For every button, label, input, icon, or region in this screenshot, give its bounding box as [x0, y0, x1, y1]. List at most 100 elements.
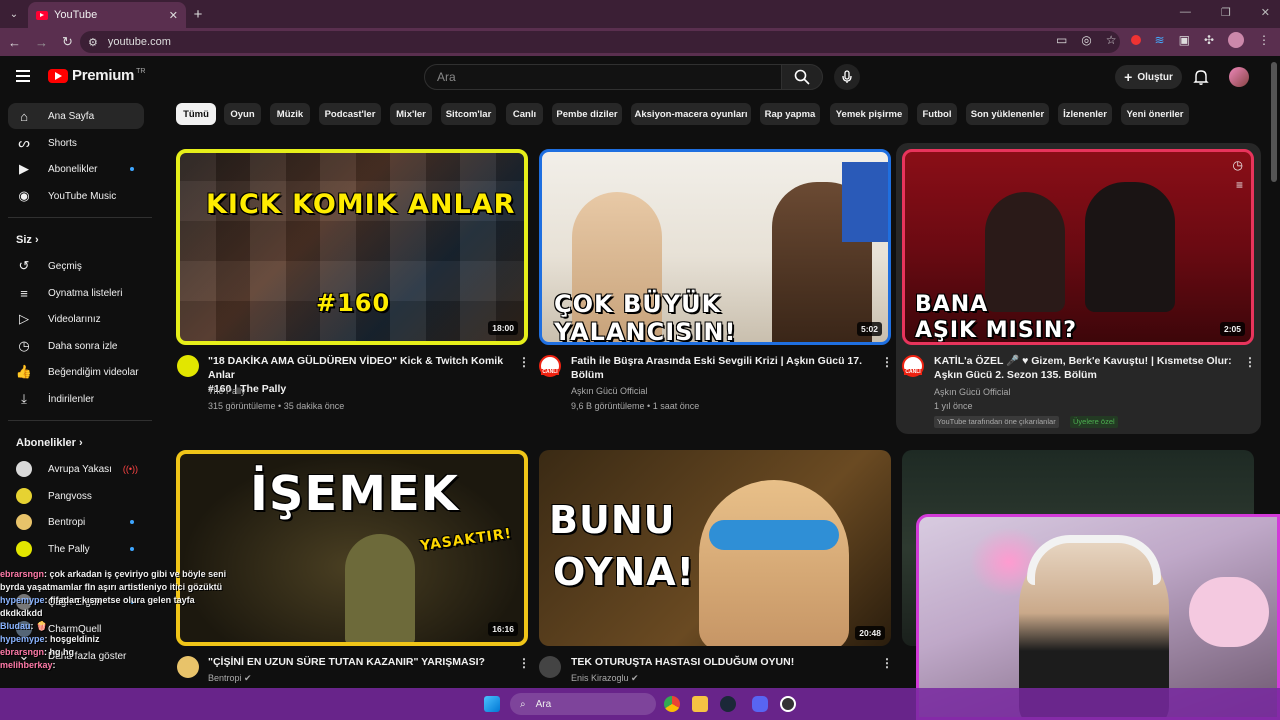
sidebar-item-downloads[interactable]: ⤓ İndirilenler	[8, 386, 144, 412]
chat-username: melihberkay	[0, 660, 53, 670]
chip-recently-uploaded[interactable]: Son yüklenenler	[966, 103, 1049, 125]
sidebar-item-your-videos[interactable]: ▷ Videolarınız	[8, 306, 144, 332]
site-info-icon[interactable]: ⚙	[88, 36, 98, 49]
eye-off-icon[interactable]: ◎	[1081, 33, 1091, 47]
browser-menu-icon[interactable]: ⋮	[1258, 33, 1270, 47]
chip-podcasts[interactable]: Podcast'ler	[319, 103, 381, 125]
windows-start-icon[interactable]	[484, 696, 500, 712]
minimize-icon[interactable]: —	[1180, 6, 1191, 19]
sidebar-item-subscriptions[interactable]: ▶ Abonelikler	[8, 156, 144, 182]
more-options-icon[interactable]: ⋮	[518, 656, 530, 670]
menu-hamburger-icon[interactable]	[16, 70, 30, 82]
extension-wave-icon[interactable]: ≋	[1155, 33, 1165, 47]
reload-icon[interactable]: ↻	[62, 34, 73, 50]
video-title[interactable]: Fatih ile Büşra Arasında Eski Sevgili Kr…	[571, 354, 871, 382]
video-thumbnail[interactable]: BANA AŞIK MISIN? ◷ ≡ 2:05	[902, 149, 1254, 345]
bookmark-star-icon[interactable]: ☆	[1106, 33, 1117, 47]
channel-avatar[interactable]	[177, 355, 199, 377]
steam-icon[interactable]	[720, 696, 736, 712]
video-thumbnail[interactable]: ÇOK BÜYÜK YALANCISIN! 5:02	[539, 149, 891, 345]
create-button[interactable]: + Oluştur	[1115, 65, 1182, 89]
sidebar-subs-heading[interactable]: Abonelikler ›	[16, 437, 83, 449]
video-title[interactable]: "ÇİŞİNİ EN UZUN SÜRE TUTAN KAZANIR" YARI…	[208, 655, 518, 669]
chat-text: : hoşgeldiniz	[44, 634, 100, 644]
tab-list-button[interactable]: ⌄	[0, 0, 28, 28]
sidebar-item-label: Shorts	[48, 137, 77, 149]
user-avatar[interactable]	[1229, 67, 1249, 87]
youtube-premium-logo[interactable]: Premium TR	[48, 67, 145, 84]
forward-icon[interactable]: →	[35, 35, 48, 50]
new-tab-button[interactable]: +	[186, 6, 210, 23]
video-title[interactable]: KATİL'a ÖZEL 🎤 ♥ Gizem, Berk'e Kavuştu! …	[934, 354, 1234, 382]
sidebar-item-history[interactable]: ↺ Geçmiş	[8, 253, 144, 279]
channel-name[interactable]: Enis Kirazoglu ✔	[571, 671, 639, 685]
channel-name[interactable]: The Pally	[208, 384, 246, 398]
chip-sitcoms[interactable]: Sitcom'lar	[441, 103, 496, 125]
notifications-bell-icon[interactable]	[1192, 68, 1210, 86]
browser-tab-youtube[interactable]: YouTube ✕	[28, 2, 186, 28]
maximize-icon[interactable]: ❐	[1221, 6, 1231, 19]
chip-new-to-you[interactable]: Yeni öneriler	[1121, 103, 1189, 125]
sidebar-item-home[interactable]: ⌂ Ana Sayfa	[8, 103, 144, 129]
channel-name[interactable]: Bentropi ✔	[208, 671, 252, 685]
channel-avatar-live[interactable]: CANLI	[902, 355, 924, 377]
back-icon[interactable]: ←	[8, 35, 21, 50]
video-title[interactable]: TEK OTURUŞTA HASTASI OLDUĞUM OYUN!	[571, 655, 871, 669]
close-tab-icon[interactable]: ✕	[169, 9, 178, 22]
channel-name[interactable]: Aşkın Gücü Official	[571, 384, 647, 398]
taskbar-search[interactable]: ⌕ Ara	[510, 693, 656, 715]
chip-live[interactable]: Canlı	[506, 103, 543, 125]
cast-icon[interactable]: ▭	[1056, 33, 1067, 47]
channel-name[interactable]: Aşkın Gücü Official	[934, 385, 1010, 399]
sidebar-item-playlists[interactable]: ≡ Oynatma listeleri	[8, 280, 144, 306]
sidebar-you-title: Siz	[16, 234, 32, 246]
sidebar-sub-avrupa-yakasi[interactable]: Avrupa Yakası ((•))	[8, 456, 144, 482]
chip-football[interactable]: Futbol	[917, 103, 957, 125]
chip-watched[interactable]: İzlenenler	[1058, 103, 1112, 125]
more-options-icon[interactable]: ⋮	[518, 355, 530, 369]
sidebar-item-label: Videolarınız	[48, 313, 101, 325]
channel-avatar[interactable]	[539, 656, 561, 678]
chip-all[interactable]: Tümü	[176, 103, 216, 125]
more-options-icon[interactable]: ⋮	[881, 355, 893, 369]
extensions-puzzle-icon[interactable]: ✣	[1204, 33, 1214, 47]
chip-action-adventure[interactable]: Aksiyon-macera oyunları	[631, 103, 751, 125]
sidebar-item-liked-videos[interactable]: 👍 Beğendiğim videolar	[8, 359, 144, 385]
search-input[interactable]: Ara	[424, 64, 782, 90]
video-thumbnail[interactable]: KICK KOMIK ANLAR #160 18:00	[176, 149, 528, 345]
extension-box-icon[interactable]: ▣	[1179, 33, 1190, 47]
page-scrollbar[interactable]	[1271, 62, 1277, 182]
sidebar-you-heading[interactable]: Siz ›	[16, 234, 39, 246]
watch-later-icon[interactable]: ◷	[1233, 158, 1243, 172]
video-thumbnail[interactable]: BUNU OYNA! 20:48	[539, 450, 891, 646]
sidebar-sub-bentropi[interactable]: Bentropi	[8, 509, 144, 535]
chip-games[interactable]: Oyun	[224, 103, 261, 125]
search-button[interactable]	[781, 64, 823, 90]
file-explorer-icon[interactable]	[692, 696, 708, 712]
profile-avatar-icon[interactable]	[1228, 32, 1244, 48]
chip-mixes[interactable]: Mix'ler	[390, 103, 432, 125]
address-bar[interactable]: ⚙ youtube.com	[80, 31, 1120, 53]
sidebar-item-youtube-music[interactable]: ◉ YouTube Music	[8, 183, 144, 209]
close-window-icon[interactable]: ✕	[1261, 6, 1270, 19]
obs-icon[interactable]	[780, 696, 796, 712]
sidebar-sub-the-pally[interactable]: The Pally	[8, 536, 144, 562]
add-to-queue-icon[interactable]: ≡	[1236, 178, 1243, 192]
chip-soap-operas[interactable]: Pembe diziler	[552, 103, 622, 125]
chip-music[interactable]: Müzik	[270, 103, 310, 125]
extension-red-icon[interactable]	[1130, 35, 1141, 45]
video-title[interactable]: "18 DAKİKA AMA GÜLDÜREN VİDEO" Kick & Tw…	[208, 354, 518, 396]
thumbnail-subtext: YASAKTIR!	[419, 525, 513, 555]
channel-avatar	[16, 514, 32, 530]
chip-rap[interactable]: Rap yapma	[760, 103, 820, 125]
chrome-icon[interactable]	[664, 696, 680, 712]
channel-avatar-live[interactable]: CANLI	[539, 355, 561, 377]
sidebar-item-shorts[interactable]: ᔕ Shorts	[8, 130, 144, 156]
more-options-icon[interactable]: ⋮	[1244, 355, 1256, 369]
more-options-icon[interactable]: ⋮	[881, 656, 893, 670]
sidebar-sub-pangvoss[interactable]: Pangvoss	[8, 483, 144, 509]
discord-icon[interactable]	[752, 696, 768, 712]
sidebar-item-watch-later[interactable]: ◷ Daha sonra izle	[8, 333, 144, 359]
voice-search-button[interactable]	[834, 64, 860, 90]
chip-cooking[interactable]: Yemek pişirme	[830, 103, 908, 125]
